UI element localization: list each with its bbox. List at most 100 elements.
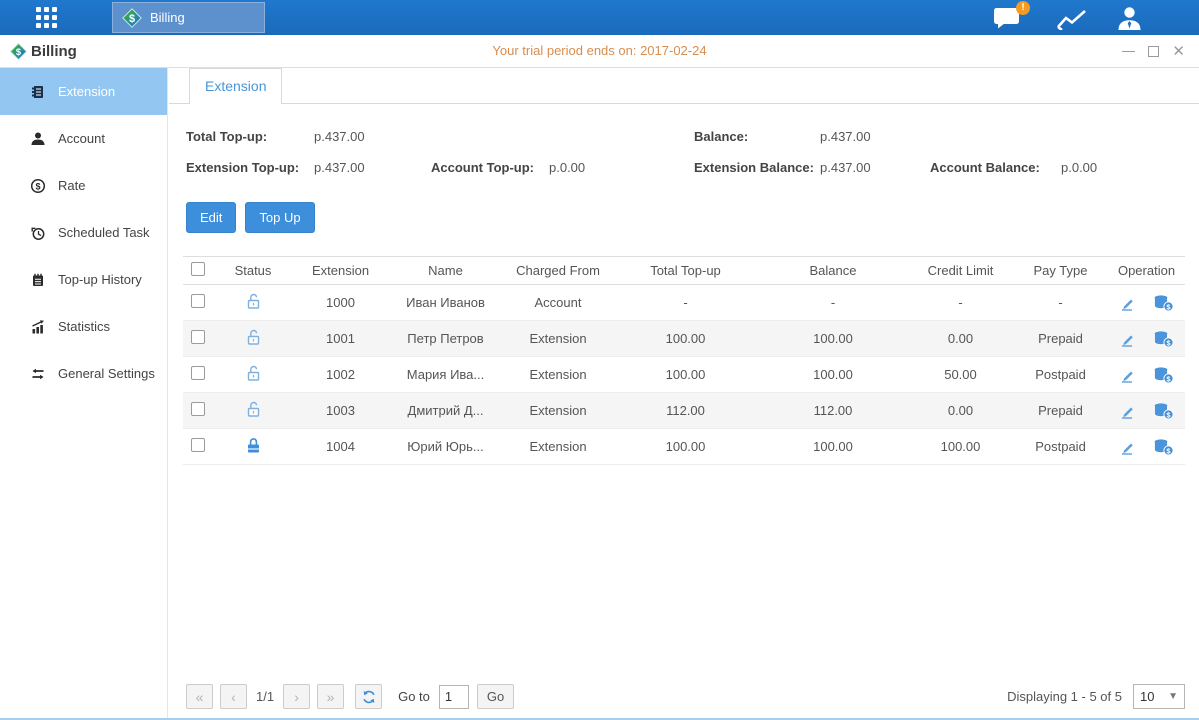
col-name: Name: [388, 257, 503, 285]
sidebar-item-label: Scheduled Task: [58, 225, 150, 240]
extension-topup-label: Extension Top-up:: [186, 160, 314, 175]
name-cell: Иван Иванов: [388, 285, 503, 321]
first-page-button[interactable]: «: [186, 684, 213, 709]
col-credit-limit: Credit Limit: [908, 257, 1013, 285]
total-topup-cell: 100.00: [613, 321, 758, 357]
app-grid-icon[interactable]: [36, 7, 57, 28]
last-page-button[interactable]: »: [317, 684, 344, 709]
total-topup-label: Total Top-up:: [186, 129, 314, 144]
go-button[interactable]: Go: [477, 684, 514, 709]
balance-cell: -: [758, 285, 908, 321]
status-cell: [213, 321, 293, 357]
col-balance: Balance: [758, 257, 908, 285]
balance-label: Balance:: [694, 129, 820, 144]
status-cell: [213, 357, 293, 393]
total-topup-cell: 100.00: [613, 357, 758, 393]
chevron-down-icon: ▼: [1168, 691, 1178, 702]
credit-limit-cell: 0.00: [908, 321, 1013, 357]
extension-balance-label: Extension Balance:: [694, 160, 820, 175]
extension-cell: 1001: [293, 321, 388, 357]
topup-icon[interactable]: $: [1153, 294, 1174, 312]
sidebar-item-label: Extension: [58, 84, 115, 99]
sidebar-item-general-settings[interactable]: General Settings: [0, 350, 167, 397]
edit-icon[interactable]: [1119, 294, 1137, 312]
account-topup-value: p.0.00: [549, 160, 585, 175]
total-topup-cell: 112.00: [613, 393, 758, 429]
person-icon: [29, 131, 47, 147]
topup-icon[interactable]: $: [1153, 366, 1174, 384]
close-icon[interactable]: ✕: [1172, 44, 1185, 59]
total-topup-cell: 100.00: [613, 429, 758, 465]
charged-from-cell: Account: [503, 285, 613, 321]
charged-from-cell: Extension: [503, 429, 613, 465]
credit-limit-cell: 50.00: [908, 357, 1013, 393]
topup-icon[interactable]: $: [1153, 402, 1174, 420]
maximize-icon[interactable]: [1148, 46, 1159, 57]
goto-page-input[interactable]: [439, 685, 469, 709]
credit-limit-cell: -: [908, 285, 1013, 321]
taskbar-tab-label: Billing: [150, 10, 185, 25]
sidebar-item-statistics[interactable]: Statistics: [0, 303, 167, 350]
col-extension: Extension: [293, 257, 388, 285]
row-checkbox[interactable]: [191, 294, 205, 308]
next-page-button[interactable]: ›: [283, 684, 310, 709]
row-checkbox[interactable]: [191, 402, 205, 416]
lock-open-icon: [245, 292, 262, 311]
tab-bar: Extension: [169, 68, 1199, 104]
refresh-button[interactable]: [355, 684, 382, 709]
extension-table: Status Extension Name Charged From Total…: [183, 256, 1185, 465]
prev-page-button[interactable]: ‹: [220, 684, 247, 709]
svg-text:$: $: [35, 181, 40, 191]
bar-chart-icon: [29, 319, 47, 335]
topup-icon[interactable]: $: [1153, 330, 1174, 348]
sidebar-item-extension[interactable]: Extension: [0, 68, 167, 115]
edit-icon[interactable]: [1119, 330, 1137, 348]
page-indicator: 1/1: [256, 689, 274, 704]
pay-type-cell: Postpaid: [1013, 429, 1108, 465]
sidebar: Extension Account $ Rate: [0, 68, 168, 718]
topup-button[interactable]: Top Up: [245, 202, 314, 233]
sidebar-item-account[interactable]: Account: [0, 115, 167, 162]
sidebar-item-scheduled-task[interactable]: Scheduled Task: [0, 209, 167, 256]
user-menu-button[interactable]: [1116, 5, 1150, 31]
pagination-bar: « ‹ 1/1 › » Go to Go Displaying 1 - 5 of…: [186, 684, 1185, 709]
goto-label: Go to: [398, 689, 430, 704]
svg-text:$: $: [129, 13, 135, 25]
clock-history-icon: [29, 225, 47, 241]
status-cell: [213, 285, 293, 321]
row-checkbox[interactable]: [191, 366, 205, 380]
extension-topup-value: p.437.00: [314, 160, 431, 175]
minimize-icon[interactable]: [1122, 51, 1135, 52]
row-checkbox[interactable]: [191, 438, 205, 452]
table-row: 1002 Мария Ива... Extension 100.00 100.0…: [183, 357, 1185, 393]
name-cell: Петр Петров: [388, 321, 503, 357]
balance-value: p.437.00: [820, 129, 871, 144]
row-checkbox[interactable]: [191, 330, 205, 344]
charged-from-cell: Extension: [503, 393, 613, 429]
edit-icon[interactable]: [1119, 438, 1137, 456]
table-row: 1001 Петр Петров Extension 100.00 100.00…: [183, 321, 1185, 357]
status-cell: [213, 429, 293, 465]
tab-extension[interactable]: Extension: [189, 68, 282, 104]
ledger-icon: [29, 84, 47, 100]
notifications-button[interactable]: !: [993, 5, 1027, 31]
table-row: 1003 Дмитрий Д... Extension 112.00 112.0…: [183, 393, 1185, 429]
taskbar-tab-billing[interactable]: $ Billing: [112, 2, 265, 33]
sidebar-item-rate[interactable]: $ Rate: [0, 162, 167, 209]
col-total-topup: Total Top-up: [613, 257, 758, 285]
topup-icon[interactable]: $: [1153, 438, 1174, 456]
dollar-circle-icon: $: [29, 178, 47, 194]
sidebar-item-topup-history[interactable]: Top-up History: [0, 256, 167, 303]
sidebar-item-label: General Settings: [58, 366, 155, 381]
edit-icon[interactable]: [1119, 402, 1137, 420]
charged-from-cell: Extension: [503, 357, 613, 393]
page-size-value: 10: [1140, 689, 1154, 704]
page-size-select[interactable]: 10 ▼: [1133, 684, 1185, 709]
table-row: 1004 Юрий Юрь... Extension 100.00 100.00…: [183, 429, 1185, 465]
edit-button[interactable]: Edit: [186, 202, 236, 233]
name-cell: Юрий Юрь...: [388, 429, 503, 465]
edit-icon[interactable]: [1119, 366, 1137, 384]
displaying-text: Displaying 1 - 5 of 5: [1007, 689, 1122, 704]
monitor-button[interactable]: [1056, 8, 1090, 34]
select-all-checkbox[interactable]: [191, 262, 205, 276]
